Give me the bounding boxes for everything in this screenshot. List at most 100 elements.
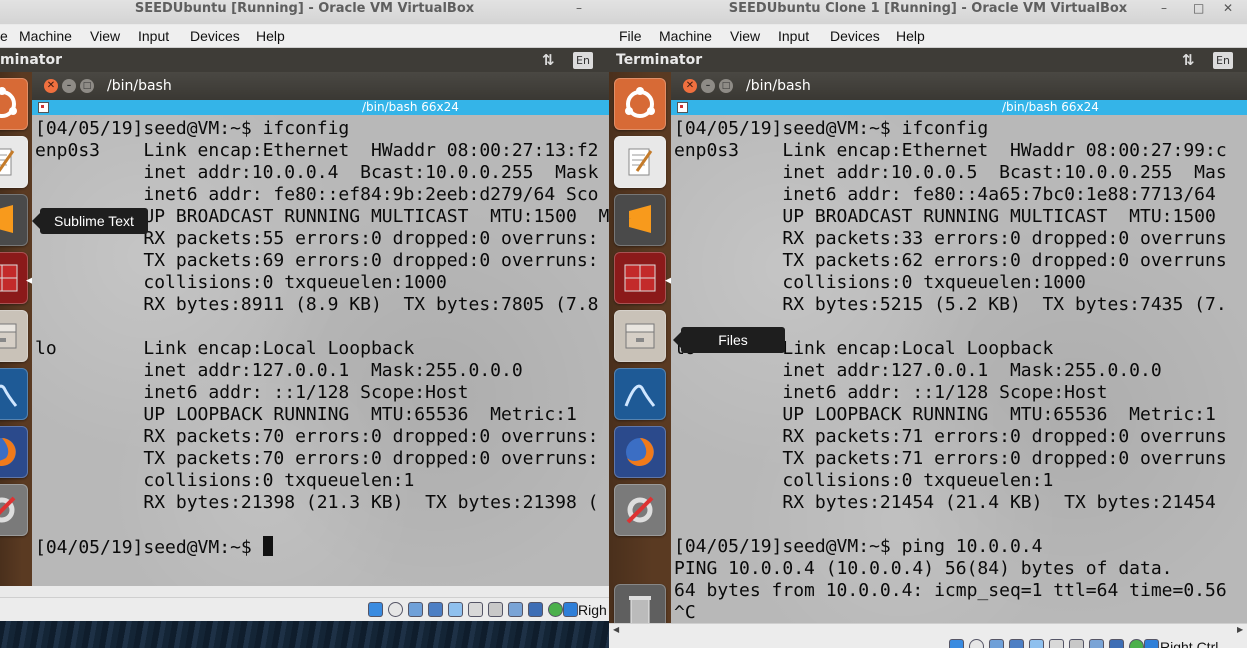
window-title: SEEDUbuntu Clone 1 [Running] - Oracle VM… [728,1,1128,16]
vbox-window-seedubuntu: SEEDUbuntu [Running] - Oracle VM Virtual… [0,0,609,621]
trash-icon[interactable] [614,584,666,623]
system-settings-icon[interactable] [614,484,666,536]
minimize-button[interactable]: – [1161,0,1167,17]
menu-view[interactable]: View [90,28,120,44]
terminal-line: RX bytes:8911 (8.9 KB) TX bytes:7805 (7.… [35,294,599,315]
minimize-button[interactable]: – [576,0,582,17]
audio-icon[interactable] [989,639,1004,648]
video-capture-icon[interactable] [1089,639,1104,648]
terminal-body[interactable]: [04/05/19]seed@VM:~$ ifconfig enp0s3 Lin… [671,115,1247,623]
menu-input[interactable]: Input [778,28,809,44]
terminal-line: collisions:0 txqueuelen:1000 [35,272,447,293]
keyboard-language-indicator[interactable]: En [1213,52,1233,69]
maximize-button[interactable]: □ [80,79,94,93]
network-sort-icon[interactable]: ⇅ [1182,48,1195,72]
terminator-icon[interactable] [0,252,28,304]
hard-disk-icon[interactable] [368,602,383,617]
keyboard-language-indicator[interactable]: En [573,52,593,69]
vbox-titlebar[interactable]: SEEDUbuntu Clone 1 [Running] - Oracle VM… [609,0,1247,24]
terminal-line: UP BROADCAST RUNNING MULTICAST MTU:1500 [674,206,1238,227]
display-icon[interactable] [488,602,503,617]
terminal-line: RX bytes:21454 (21.4 KB) TX bytes:21454 [674,492,1227,513]
menu-view[interactable]: View [730,28,760,44]
terminal-line: TX packets:71 errors:0 dropped:0 overrun… [674,448,1227,469]
menu-file[interactable]: e [0,28,8,44]
cpu-icon[interactable] [1109,639,1124,648]
hard-disk-icon[interactable] [949,639,964,648]
menu-help[interactable]: Help [256,28,285,44]
terminal-titlebar[interactable]: ✕ – □ /bin/bash [671,72,1247,100]
vbox-statusbar: Righ [0,597,609,621]
sublime-text-icon[interactable] [0,194,28,246]
menu-machine[interactable]: Machine [19,28,72,44]
launcher-tooltip: Files [673,327,785,353]
terminal-line: inet addr:10.0.0.5 Bcast:10.0.0.255 Mas [674,162,1227,183]
text-editor-icon[interactable] [0,136,28,188]
terminal-line: collisions:0 txqueuelen:1 [674,470,1054,491]
maximize-button[interactable]: □ [1193,0,1204,17]
firefox-icon[interactable] [614,426,666,478]
audio-icon[interactable] [408,602,423,617]
menu-file[interactable]: File [619,28,642,44]
system-settings-icon[interactable] [0,484,28,536]
network-icon[interactable] [1009,639,1024,648]
text-editor-icon[interactable] [614,136,666,188]
terminal-line: inet addr:127.0.0.1 Mask:255.0.0.0 [35,360,523,381]
network-icon[interactable] [428,602,443,617]
keyboard-capture-icon[interactable] [1144,639,1159,648]
terminal-grip-icon[interactable] [677,102,688,113]
mouse-integration-icon[interactable] [548,602,563,617]
shared-folders-icon[interactable] [468,602,483,617]
menu-help[interactable]: Help [896,28,925,44]
usb-icon[interactable] [448,602,463,617]
terminal-line: RX packets:33 errors:0 dropped:0 overrun… [674,228,1227,249]
shared-folders-icon[interactable] [1049,639,1064,648]
maximize-button[interactable]: □ [719,79,733,93]
terminal-line: collisions:0 txqueuelen:1000 [674,272,1086,293]
firefox-icon[interactable] [0,426,28,478]
terminal-line: RX bytes:5215 (5.2 KB) TX bytes:7435 (7. [674,294,1227,315]
wireshark-icon[interactable] [0,368,28,420]
terminal-line: enp0s3 Link encap:Ethernet HWaddr 08:00:… [674,140,1227,161]
close-button[interactable]: ✕ [683,79,697,93]
terminal-tab-bar[interactable]: /bin/bash 66x24 [671,100,1247,115]
terminal-line: enp0s3 Link encap:Ethernet HWaddr 08:00:… [35,140,599,161]
sublime-text-icon[interactable] [614,194,666,246]
minimize-button[interactable]: – [62,79,76,93]
files-icon[interactable] [614,310,666,362]
menu-devices[interactable]: Devices [190,28,240,44]
network-sort-icon[interactable]: ⇅ [542,48,555,72]
terminal-line: TX packets:69 errors:0 dropped:0 overrun… [35,250,599,271]
terminal-body[interactable]: [04/05/19]seed@VM:~$ ifconfig enp0s3 Lin… [32,115,609,586]
files-icon[interactable] [0,310,28,362]
close-button[interactable]: ✕ [1223,0,1233,17]
menu-machine[interactable]: Machine [659,28,712,44]
usb-icon[interactable] [1029,639,1044,648]
terminal-tab-bar[interactable]: /bin/bash 66x24 [32,100,609,115]
terminator-window: ✕ – □ /bin/bash /bin/bash 66x24 [04/05/1… [32,72,609,586]
terminator-icon[interactable] [614,252,666,304]
mouse-integration-icon[interactable] [1129,639,1144,648]
video-capture-icon[interactable] [508,602,523,617]
optical-drive-icon[interactable] [969,639,984,648]
optical-drive-icon[interactable] [388,602,403,617]
wireshark-icon[interactable] [614,368,666,420]
terminal-grip-icon[interactable] [38,102,49,113]
terminal-line: [04/05/19]seed@VM:~$ ifconfig [35,118,350,139]
terminal-title: /bin/bash [107,78,172,94]
keyboard-capture-icon[interactable] [563,602,578,617]
ubuntu-dash-icon[interactable] [0,78,28,130]
minimize-button[interactable]: – [701,79,715,93]
ubuntu-dash-icon[interactable] [614,78,666,130]
scroll-left-arrow-icon[interactable]: ◀ [613,625,619,634]
close-button[interactable]: ✕ [44,79,58,93]
terminal-titlebar[interactable]: ✕ – □ /bin/bash [32,72,609,100]
display-icon[interactable] [1069,639,1084,648]
menu-devices[interactable]: Devices [830,28,880,44]
terminal-line: inet6 addr: ::1/128 Scope:Host [35,382,469,403]
cpu-icon[interactable] [528,602,543,617]
vbox-titlebar[interactable]: SEEDUbuntu [Running] - Oracle VM Virtual… [0,0,609,24]
scroll-right-arrow-icon[interactable]: ▶ [1237,625,1243,634]
terminal-line: inet6 addr: ::1/128 Scope:Host [674,382,1108,403]
menu-input[interactable]: Input [138,28,169,44]
